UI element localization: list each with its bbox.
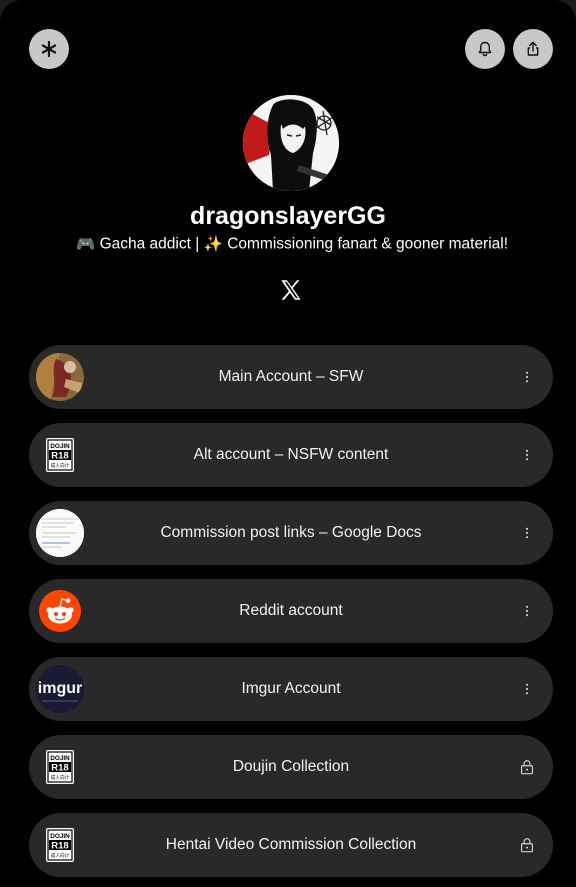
more-options-button[interactable] xyxy=(515,599,539,623)
link-thumbnail-document xyxy=(36,509,84,557)
profile-avatar xyxy=(243,95,339,191)
bio-text-1: Gacha addict | xyxy=(99,235,200,253)
asterisk-menu-button[interactable] xyxy=(29,29,69,69)
locked-indicator xyxy=(515,755,539,779)
link-commission-docs[interactable]: Commission post links – Google Docs xyxy=(29,501,553,565)
bio-text-2: Commissioning fanart & gooner material! xyxy=(227,235,509,253)
link-main-account[interactable]: Main Account – SFW xyxy=(29,345,553,409)
link-reddit[interactable]: Reddit account xyxy=(29,579,553,643)
sparkles-emoji: ✨ xyxy=(203,236,223,253)
link-label: Imgur Account xyxy=(241,680,341,697)
more-options-button[interactable] xyxy=(515,521,539,545)
notifications-button[interactable] xyxy=(465,29,505,69)
bell-icon xyxy=(478,41,492,57)
vertical-dots-icon xyxy=(525,605,529,617)
vertical-dots-icon xyxy=(525,371,529,383)
svg-text:R18: R18 xyxy=(51,841,68,852)
link-label: Hentai Video Commission Collection xyxy=(165,836,417,853)
svg-text:imgur: imgur xyxy=(38,680,82,697)
doujin-r18-icon: DOJIN R18 成人向け xyxy=(36,821,84,869)
link-alt-account[interactable]: DOJIN R18 成人向け Alt account – NSFW conten… xyxy=(29,423,553,487)
more-options-button[interactable] xyxy=(515,443,539,467)
doujin-r18-icon: DOJIN R18 成人向け xyxy=(36,743,84,791)
share-button[interactable] xyxy=(513,29,553,69)
link-imgur[interactable]: imgur Imgur Account xyxy=(29,657,553,721)
reddit-icon xyxy=(36,587,84,635)
vertical-dots-icon xyxy=(525,449,529,461)
imgur-icon: imgur xyxy=(36,665,84,713)
doujin-r18-icon: DOJIN R18 成人向け xyxy=(36,431,84,479)
svg-text:DOJIN: DOJIN xyxy=(50,755,70,762)
lock-icon xyxy=(521,760,533,775)
link-label: Doujin Collection xyxy=(232,758,350,775)
lock-icon xyxy=(521,838,533,853)
link-hentai-video-collection[interactable]: DOJIN R18 成人向け Hentai Video Commission C… xyxy=(29,813,553,877)
svg-text:DOJIN: DOJIN xyxy=(50,443,70,450)
link-label: Main Account – SFW xyxy=(218,368,364,385)
link-label: Alt account – NSFW content xyxy=(193,446,389,463)
profile-page: dragonslayerGG 🎮 Gacha addict | ✨ Commis… xyxy=(0,0,576,887)
profile-username: dragonslayerGG xyxy=(190,202,386,230)
profile-bio: 🎮 Gacha addict | ✨ Commissioning fanart … xyxy=(0,235,576,254)
svg-text:R18: R18 xyxy=(51,763,68,774)
svg-text:成人向け: 成人向け xyxy=(51,774,70,781)
more-options-button[interactable] xyxy=(515,677,539,701)
link-thumbnail-artwork xyxy=(36,353,84,401)
link-label: Reddit account xyxy=(239,602,343,619)
svg-text:成人向け: 成人向け xyxy=(51,462,70,469)
svg-text:DOJIN: DOJIN xyxy=(50,833,70,840)
x-logo-icon xyxy=(281,280,301,300)
vertical-dots-icon xyxy=(525,527,529,539)
svg-text:成人向け: 成人向け xyxy=(51,852,70,859)
link-doujin-collection[interactable]: DOJIN R18 成人向け Doujin Collection xyxy=(29,735,553,799)
locked-indicator xyxy=(515,833,539,857)
gamepad-emoji: 🎮 xyxy=(75,236,96,253)
asterisk-icon xyxy=(41,40,57,58)
link-label: Commission post links – Google Docs xyxy=(160,524,422,541)
share-icon xyxy=(527,41,539,56)
vertical-dots-icon xyxy=(525,683,529,695)
more-options-button[interactable] xyxy=(515,365,539,389)
x-social-link[interactable] xyxy=(277,276,305,304)
svg-text:R18: R18 xyxy=(51,451,68,462)
